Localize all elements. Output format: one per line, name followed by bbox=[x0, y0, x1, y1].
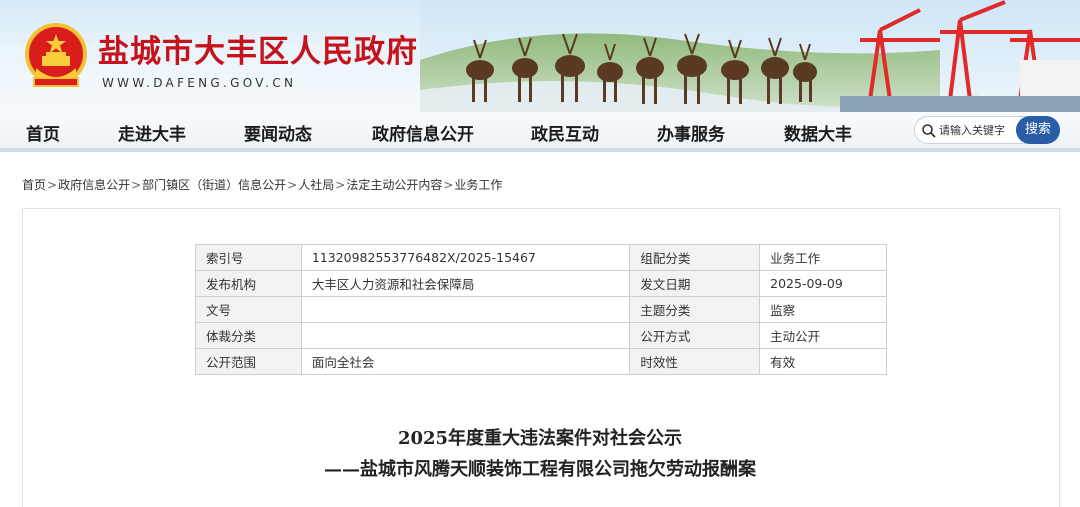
table-row: 文号 主题分类 监察 bbox=[195, 296, 887, 323]
breadcrumb-item[interactable]: 首页 bbox=[22, 178, 46, 192]
meta-value: 大丰区人力资源和社会保障局 bbox=[300, 270, 631, 297]
breadcrumb-item[interactable]: 部门镇区（街道）信息公开 bbox=[142, 178, 286, 192]
nav-item-gov-info[interactable]: 政府信息公开 bbox=[372, 120, 474, 145]
nav-item-about-dafeng[interactable]: 走进大丰 bbox=[118, 120, 186, 145]
meta-label: 组配分类 bbox=[629, 244, 761, 271]
nav-item-services[interactable]: 办事服务 bbox=[657, 120, 725, 145]
breadcrumb-separator: > bbox=[443, 178, 454, 192]
meta-value bbox=[300, 296, 631, 323]
search-input[interactable] bbox=[939, 119, 1019, 141]
nav-item-news[interactable]: 要闻动态 bbox=[244, 120, 312, 145]
meta-label: 公开方式 bbox=[629, 322, 761, 349]
meta-value: 11320982553776482X/2025-15467 bbox=[300, 244, 631, 271]
meta-value: 2025-09-09 bbox=[759, 270, 887, 297]
meta-label: 时效性 bbox=[629, 348, 761, 375]
table-row: 体裁分类 公开方式 主动公开 bbox=[195, 322, 887, 349]
meta-label: 发布机构 bbox=[195, 270, 302, 297]
search-button[interactable]: 搜索 bbox=[1016, 116, 1060, 144]
document-metadata-table: 索引号 11320982553776482X/2025-15467 组配分类 业… bbox=[195, 244, 887, 375]
breadcrumb-item[interactable]: 人社局 bbox=[298, 178, 334, 192]
meta-label: 索引号 bbox=[195, 244, 302, 271]
meta-value: 主动公开 bbox=[759, 322, 887, 349]
nav-item-interaction[interactable]: 政民互动 bbox=[531, 120, 599, 145]
table-row: 索引号 11320982553776482X/2025-15467 组配分类 业… bbox=[195, 244, 887, 271]
banner-image bbox=[420, 0, 1080, 112]
national-emblem-logo bbox=[25, 23, 87, 87]
site-header: 盐城市大丰区人民政府 WWW.DAFENG.GOV.CN bbox=[0, 0, 1080, 112]
site-name[interactable]: 盐城市大丰区人民政府 bbox=[98, 26, 418, 71]
document-subtitle: ——盐城市风腾天顺装饰工程有限公司拖欠劳动报酬案 bbox=[324, 459, 756, 480]
breadcrumb-separator: > bbox=[131, 178, 142, 192]
breadcrumb-separator: > bbox=[47, 178, 58, 192]
meta-value: 面向全社会 bbox=[300, 348, 631, 375]
breadcrumb-item[interactable]: 政府信息公开 bbox=[58, 178, 130, 192]
search-icon bbox=[922, 124, 936, 138]
breadcrumb-separator: > bbox=[287, 178, 298, 192]
breadcrumb-separator: > bbox=[335, 178, 346, 192]
meta-value: 有效 bbox=[759, 348, 887, 375]
meta-label: 发文日期 bbox=[629, 270, 761, 297]
meta-label: 文号 bbox=[195, 296, 302, 323]
breadcrumb-item[interactable]: 法定主动公开内容 bbox=[346, 178, 442, 192]
breadcrumb-item[interactable]: 业务工作 bbox=[454, 178, 502, 192]
document-title: 2025年度重大违法案件对社会公示 bbox=[397, 428, 683, 449]
meta-value: 监察 bbox=[759, 296, 887, 323]
site-url: WWW.DAFENG.GOV.CN bbox=[102, 76, 297, 90]
nav-item-data[interactable]: 数据大丰 bbox=[784, 120, 852, 145]
meta-label: 公开范围 bbox=[195, 348, 302, 375]
table-row: 发布机构 大丰区人力资源和社会保障局 发文日期 2025-09-09 bbox=[195, 270, 887, 297]
nav-item-home[interactable]: 首页 bbox=[26, 120, 60, 145]
meta-value: 业务工作 bbox=[759, 244, 887, 271]
meta-label: 体裁分类 bbox=[195, 322, 302, 349]
meta-label: 主题分类 bbox=[629, 296, 761, 323]
breadcrumb: 首页>政府信息公开>部门镇区（街道）信息公开>人社局>法定主动公开内容>业务工作 bbox=[22, 176, 502, 193]
table-row: 公开范围 面向全社会 时效性 有效 bbox=[195, 348, 887, 375]
meta-value bbox=[300, 322, 631, 349]
